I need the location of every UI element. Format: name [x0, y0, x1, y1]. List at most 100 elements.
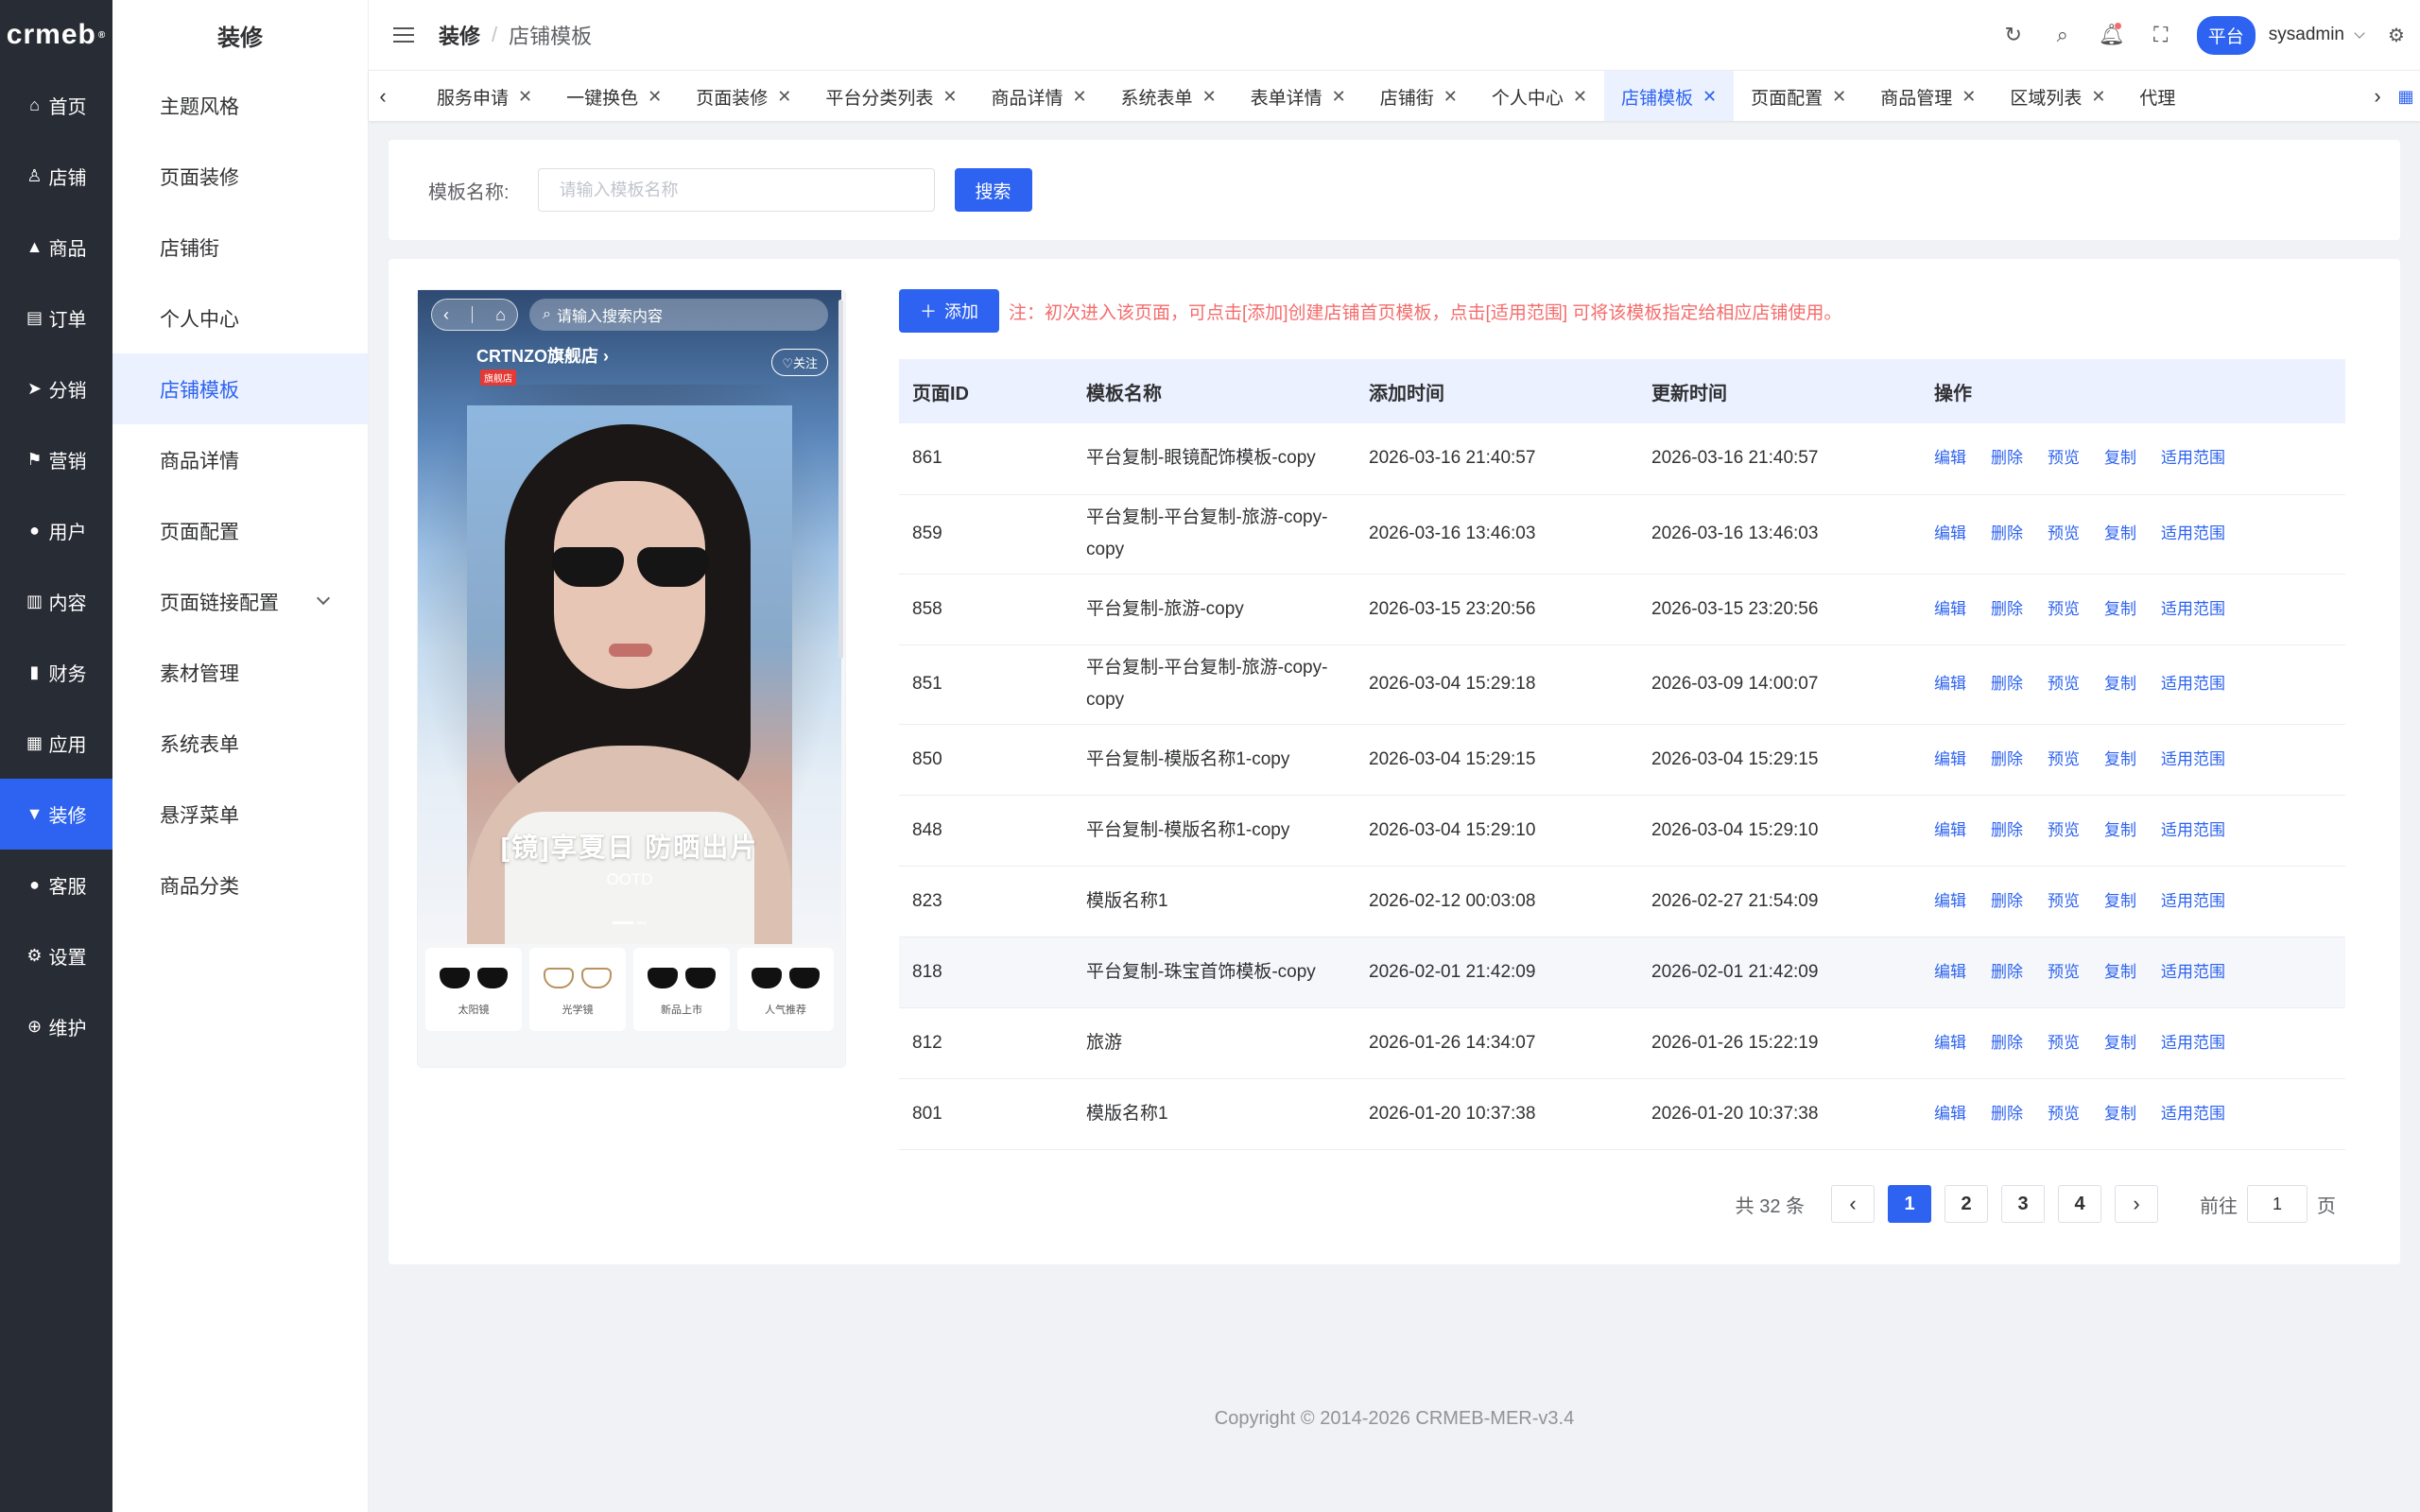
- submenu-item[interactable]: 主题风格: [112, 70, 368, 141]
- template-name-input[interactable]: [537, 168, 935, 212]
- preview-link[interactable]: 预览: [2048, 675, 2080, 693]
- page-tab[interactable]: 表单详情 ✕: [1234, 71, 1363, 121]
- platform-button[interactable]: 平台: [2196, 15, 2256, 55]
- delete-link[interactable]: 删除: [1991, 1034, 2023, 1052]
- home-icon[interactable]: ⌂: [495, 305, 506, 325]
- close-icon[interactable]: ✕: [518, 87, 532, 107]
- delete-link[interactable]: 删除: [1991, 600, 2023, 618]
- scope-link[interactable]: 适用范围: [2161, 449, 2225, 467]
- crmeb-logo[interactable]: crmeb ®: [0, 0, 112, 70]
- copy-link[interactable]: 复制: [2104, 963, 2136, 981]
- delete-link[interactable]: 删除: [1991, 449, 2023, 467]
- tabs-menu-icon[interactable]: ▦: [2392, 71, 2420, 121]
- close-icon[interactable]: ✕: [942, 87, 957, 107]
- preview-link[interactable]: 预览: [2048, 1105, 2080, 1123]
- copy-link[interactable]: 复制: [2104, 524, 2136, 542]
- goto-page-input[interactable]: [2247, 1185, 2308, 1223]
- page-tab[interactable]: 服务申请 ✕: [420, 71, 549, 121]
- page-tab[interactable]: 个人中心 ✕: [1475, 71, 1604, 121]
- page-tab[interactable]: 一键换色 ✕: [549, 71, 679, 121]
- phone-category-item[interactable]: 太阳镜: [425, 948, 522, 1031]
- delete-link[interactable]: 删除: [1991, 750, 2023, 768]
- preview-link[interactable]: 预览: [2048, 524, 2080, 542]
- copy-link[interactable]: 复制: [2104, 449, 2136, 467]
- phone-capsule[interactable]: ‹ ⌂: [431, 299, 518, 331]
- submenu-item[interactable]: 店铺模板: [112, 353, 368, 424]
- tabs-scroll-right-icon[interactable]: ›: [2363, 71, 2392, 121]
- close-icon[interactable]: ✕: [1832, 87, 1846, 107]
- scope-link[interactable]: 适用范围: [2161, 821, 2225, 839]
- rail-item[interactable]: ● 客服: [0, 850, 112, 920]
- prev-page-button[interactable]: ‹: [1831, 1185, 1875, 1223]
- edit-link[interactable]: 编辑: [1934, 892, 1966, 910]
- delete-link[interactable]: 删除: [1991, 1105, 2023, 1123]
- page-tab[interactable]: 页面配置 ✕: [1734, 71, 1863, 121]
- delete-link[interactable]: 删除: [1991, 963, 2023, 981]
- rail-item[interactable]: ⊕ 维护: [0, 991, 112, 1062]
- close-icon[interactable]: ✕: [1443, 87, 1458, 107]
- close-icon[interactable]: ✕: [777, 87, 791, 107]
- page-number-button[interactable]: 4: [2058, 1185, 2101, 1223]
- page-tab[interactable]: 商品详情 ✕: [974, 71, 1103, 121]
- edit-link[interactable]: 编辑: [1934, 449, 1966, 467]
- page-tab[interactable]: 平台分类列表 ✕: [808, 71, 974, 121]
- rail-item[interactable]: ▥ 内容: [0, 566, 112, 637]
- page-tab[interactable]: 店铺模板 ✕: [1603, 71, 1735, 121]
- close-icon[interactable]: ✕: [1573, 87, 1587, 107]
- rail-item[interactable]: ♙ 店铺: [0, 141, 112, 212]
- edit-link[interactable]: 编辑: [1934, 1105, 1966, 1123]
- page-tab[interactable]: 代理: [2122, 71, 2192, 121]
- close-icon[interactable]: ✕: [1332, 87, 1346, 107]
- scope-link[interactable]: 适用范围: [2161, 1105, 2225, 1123]
- scope-link[interactable]: 适用范围: [2161, 600, 2225, 618]
- edit-link[interactable]: 编辑: [1934, 821, 1966, 839]
- page-number-button[interactable]: 1: [1888, 1185, 1931, 1223]
- page-tab[interactable]: 系统表单 ✕: [1104, 71, 1234, 121]
- page-number-button[interactable]: 3: [2001, 1185, 2045, 1223]
- edit-link[interactable]: 编辑: [1934, 600, 1966, 618]
- scope-link[interactable]: 适用范围: [2161, 750, 2225, 768]
- edit-link[interactable]: 编辑: [1934, 1034, 1966, 1052]
- bell-icon[interactable]: 🔔︎: [2087, 0, 2136, 70]
- rail-item[interactable]: ▦ 应用: [0, 708, 112, 779]
- phone-category-item[interactable]: 光学镜: [529, 948, 626, 1031]
- page-number-button[interactable]: 2: [1945, 1185, 1988, 1223]
- close-icon[interactable]: ✕: [1202, 87, 1217, 107]
- copy-link[interactable]: 复制: [2104, 750, 2136, 768]
- preview-scrollbar[interactable]: [838, 300, 843, 659]
- breadcrumb-root[interactable]: 装修: [439, 20, 480, 50]
- copy-link[interactable]: 复制: [2104, 600, 2136, 618]
- delete-link[interactable]: 删除: [1991, 892, 2023, 910]
- tabs-scroll-left-icon[interactable]: ‹: [369, 71, 397, 121]
- close-icon[interactable]: ✕: [1703, 87, 1717, 107]
- close-icon[interactable]: ✕: [648, 87, 662, 107]
- fullscreen-icon[interactable]: ⛶: [2136, 0, 2186, 70]
- submenu-item[interactable]: 个人中心: [112, 283, 368, 353]
- user-menu[interactable]: sysadmin: [2269, 25, 2365, 45]
- copy-link[interactable]: 复制: [2104, 1105, 2136, 1123]
- delete-link[interactable]: 删除: [1991, 821, 2023, 839]
- phone-category-item[interactable]: 新品上市: [633, 948, 730, 1031]
- copy-link[interactable]: 复制: [2104, 892, 2136, 910]
- rail-item[interactable]: ● 用户: [0, 495, 112, 566]
- preview-link[interactable]: 预览: [2048, 821, 2080, 839]
- close-icon[interactable]: ✕: [1072, 87, 1086, 107]
- preview-link[interactable]: 预览: [2048, 750, 2080, 768]
- rail-item[interactable]: ▲ 商品: [0, 212, 112, 283]
- delete-link[interactable]: 删除: [1991, 675, 2023, 693]
- rail-item[interactable]: ⚑ 营销: [0, 424, 112, 495]
- edit-link[interactable]: 编辑: [1934, 524, 1966, 542]
- close-icon[interactable]: ✕: [1962, 87, 1976, 107]
- submenu-item[interactable]: 悬浮菜单: [112, 779, 368, 850]
- rail-item[interactable]: ▤ 订单: [0, 283, 112, 353]
- back-icon[interactable]: ‹: [443, 305, 449, 325]
- scope-link[interactable]: 适用范围: [2161, 524, 2225, 542]
- submenu-item[interactable]: 商品分类: [112, 850, 368, 920]
- search-icon[interactable]: ⌕: [2038, 0, 2087, 70]
- submenu-item[interactable]: 系统表单: [112, 708, 368, 779]
- submenu-item[interactable]: 页面装修: [112, 141, 368, 212]
- add-template-button[interactable]: ＋ 添加: [899, 289, 999, 333]
- copy-link[interactable]: 复制: [2104, 675, 2136, 693]
- preview-link[interactable]: 预览: [2048, 963, 2080, 981]
- collapse-menu-icon[interactable]: [393, 27, 414, 43]
